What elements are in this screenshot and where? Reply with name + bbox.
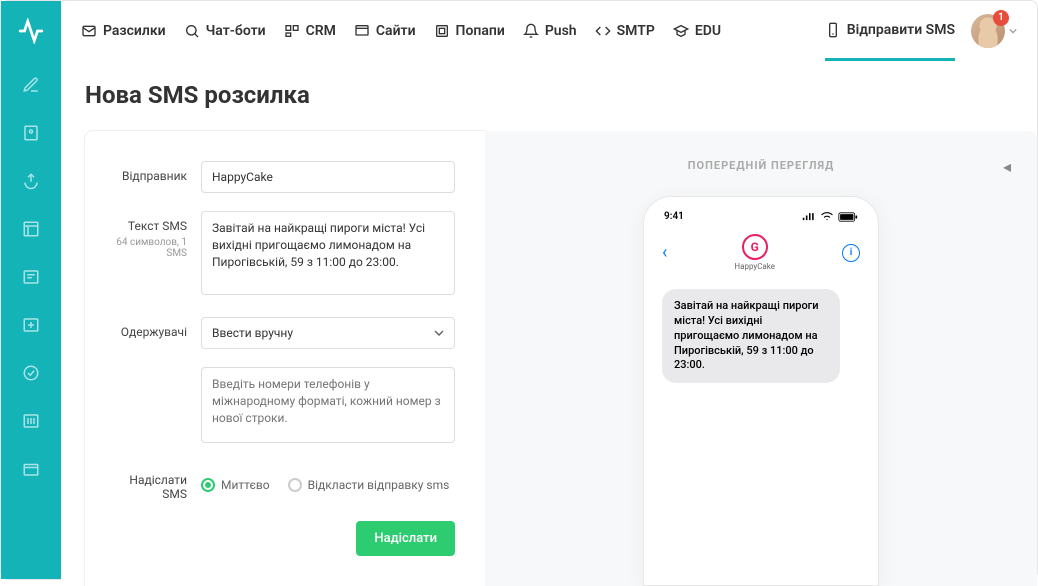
preview-title: Попередній перегляд [688,159,834,172]
sms-text-input[interactable]: Завітай на найкращі пироги міста! Усі ви… [201,211,455,295]
sender-name: HappyCake [734,262,775,271]
sidebar [1,1,61,579]
back-icon[interactable]: ‹ [662,242,667,263]
form-panel: Відправник Текст SMS64 символов, 1 SMS З… [85,131,485,586]
phone-preview: 9:41 ‹ G HappyCake [643,196,879,586]
page-title: Нова SMS розсилка [85,81,1037,109]
phones-input[interactable] [201,367,455,443]
send-when-label: Надіслати SMS [105,465,201,501]
status-time: 9:41 [664,211,684,222]
nav-sites[interactable]: Сайти [354,1,416,61]
template-icon[interactable] [1,205,61,253]
nav-smtp[interactable]: SMTP [595,1,655,61]
notification-badge: 1 [993,10,1009,26]
compose-icon[interactable] [1,61,61,109]
chevron-down-icon [434,330,444,336]
logo[interactable] [1,1,61,61]
form-icon[interactable] [1,253,61,301]
book-icon[interactable] [1,109,61,157]
preview-panel: Попередній перегляд ◂ 9:41 ‹ [485,131,1037,586]
message-bubble: Завітай на найкращі пироги міста! Усі ви… [662,289,840,383]
text-label: Текст SMS64 символов, 1 SMS [105,211,201,299]
nav-popups[interactable]: Попапи [434,1,505,61]
send-button[interactable]: Надіслати [356,521,455,556]
user-menu[interactable]: 1 [971,14,1017,48]
recipients-select[interactable]: Ввести вручну [201,317,455,349]
upload-icon[interactable] [1,157,61,205]
check-icon[interactable] [1,349,61,397]
nav-crm[interactable]: CRM [284,1,336,61]
nav-mailings[interactable]: Разсилки [81,1,166,61]
wallet-icon[interactable] [1,445,61,493]
radio-now[interactable]: Миттєво [201,478,270,492]
nav-push[interactable]: Push [523,1,577,61]
nav-chatbots[interactable]: Чат-боти [184,1,266,61]
nav-edu[interactable]: EDU [673,1,721,61]
top-nav: Разсилки Чат-боти CRM Сайти Попапи Push … [61,1,1037,61]
sliders-icon[interactable] [1,397,61,445]
add-icon[interactable] [1,301,61,349]
chevron-down-icon [1009,27,1017,35]
recipients-label: Одержувачі [105,317,201,349]
radio-later[interactable]: Відкласти відправку sms [288,478,450,492]
sender-label: Відправник [105,161,201,193]
status-icons [802,212,858,222]
collapse-caret-icon[interactable]: ◂ [1003,157,1011,176]
nav-send-sms[interactable]: Відправити SMS [825,1,955,61]
sender-avatar-icon: G [742,234,768,260]
info-icon[interactable]: i [842,244,860,262]
sender-input[interactable] [201,161,455,193]
